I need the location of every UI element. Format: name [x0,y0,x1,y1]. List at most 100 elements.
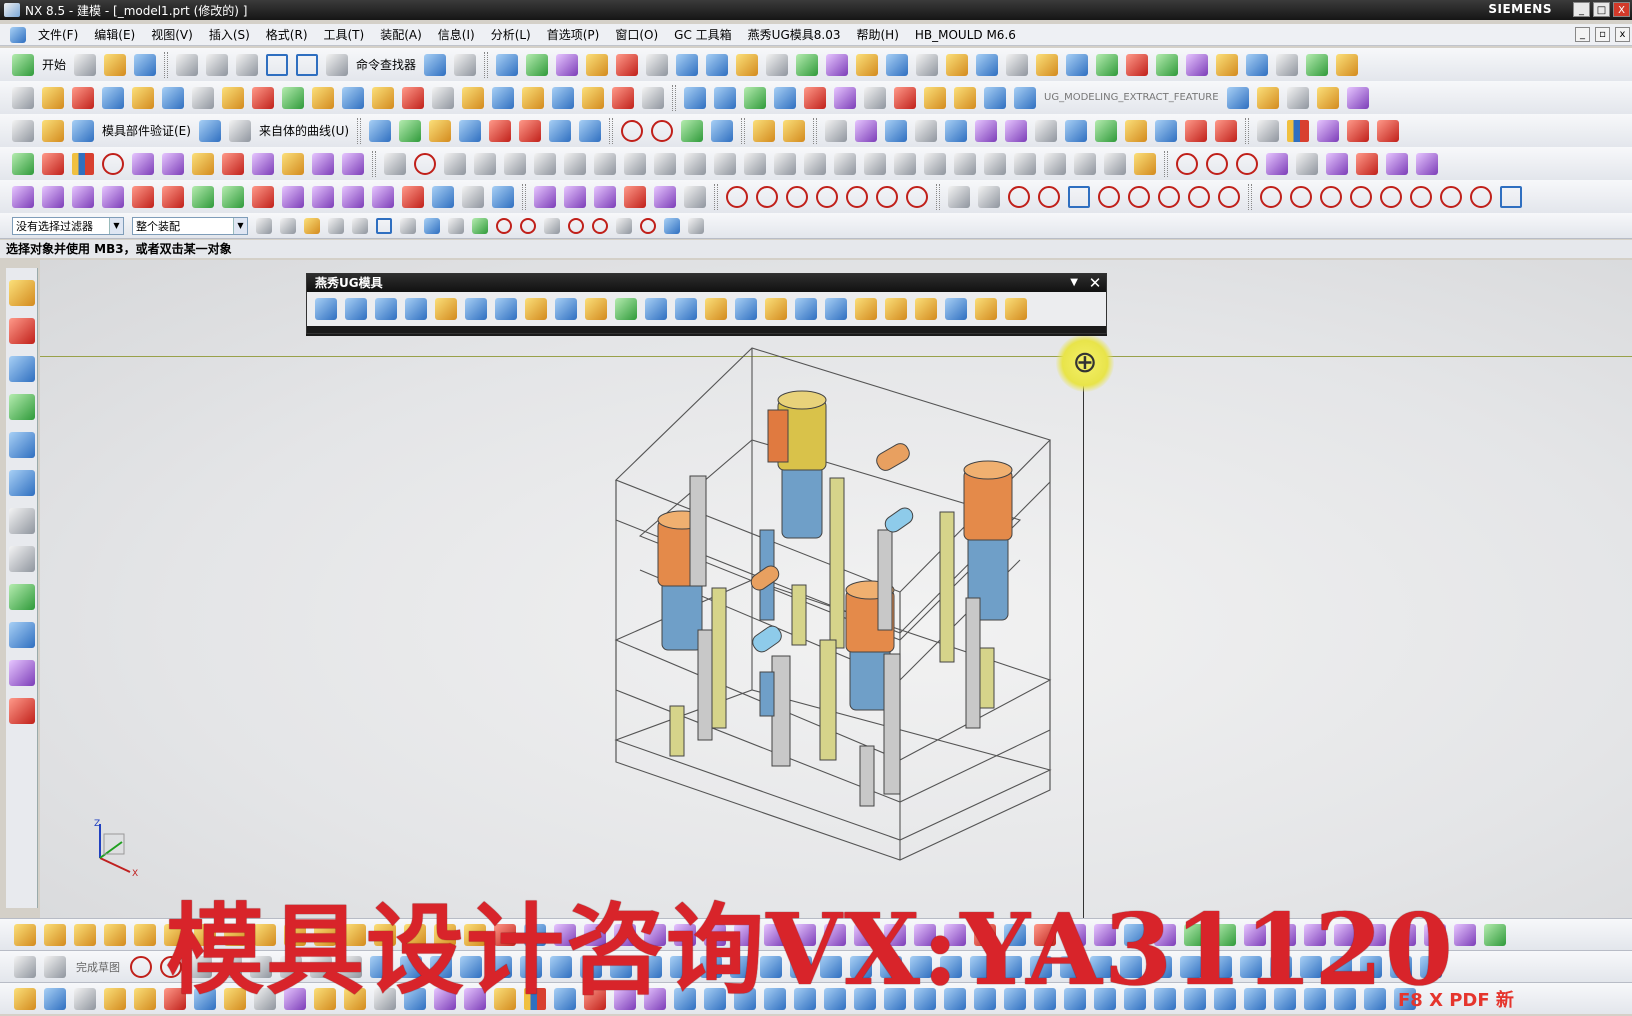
edge-blend-icon[interactable] [522,86,544,109]
intersection-curve-icon[interactable] [1350,185,1372,208]
b-tool-2-icon[interactable] [44,923,66,946]
through-curves-icon[interactable] [714,86,736,109]
pin3-icon[interactable] [342,185,364,208]
sketch-circle-icon[interactable] [846,185,868,208]
subtract-icon[interactable] [132,86,154,109]
mirror-icon[interactable] [252,86,274,109]
detail-view-icon[interactable] [915,119,938,142]
mirror-curve-icon[interactable] [1320,185,1342,208]
calculator-icon[interactable] [684,185,706,208]
globe-icon[interactable] [1346,86,1369,109]
mold-assembly-model[interactable] [40,260,1632,920]
table-icon[interactable] [1035,119,1058,142]
thread-icon[interactable] [192,86,214,109]
snap-icon[interactable] [556,53,579,76]
select-body-icon[interactable] [400,217,416,234]
undo-icon[interactable] [266,53,289,76]
new-file-icon[interactable] [74,53,97,76]
edit-icon[interactable] [1356,152,1378,175]
profile-icon[interactable] [130,955,152,978]
shaded-cube-icon[interactable] [706,53,729,76]
deselect-icon[interactable] [328,217,344,234]
brush-icon[interactable] [1386,152,1408,175]
section-icon[interactable] [162,152,184,175]
bounded-plane-icon[interactable] [834,86,856,109]
part-navigator-icon[interactable] [8,356,35,382]
paint-icon[interactable] [1256,86,1279,109]
screw-icon[interactable] [594,152,616,175]
snap-center-icon[interactable] [568,217,584,234]
stopper-icon[interactable] [885,298,907,320]
circle-icon[interactable] [681,119,704,142]
doc-close-button[interactable]: x [1615,27,1630,42]
bushing-icon[interactable] [564,152,586,175]
assembly-scope-dropdown[interactable]: 整个装配 ▼ [132,216,248,235]
system-scene-icon[interactable] [8,698,35,724]
palette-icon[interactable] [1287,119,1310,142]
bar-icon[interactable] [492,185,514,208]
plate-b-icon[interactable] [399,119,422,142]
menu-hb-mould[interactable]: HB_MOULD M6.6 [907,28,1024,42]
ellipse2-icon[interactable] [1188,185,1210,208]
rotate-view-icon[interactable] [132,152,154,175]
plate-c-icon[interactable] [429,119,452,142]
sphere-icon[interactable] [1216,53,1239,76]
transform-icon[interactable] [454,53,477,76]
doc-restore-button[interactable]: ▫ [1595,27,1610,42]
menu-format[interactable]: 格式(R) [258,26,316,43]
slash-icon[interactable] [1206,152,1228,175]
lifter-tool-icon[interactable] [945,298,967,320]
diamond-icon[interactable] [132,185,154,208]
dimension-icon[interactable] [945,119,968,142]
pin4-icon[interactable] [372,185,394,208]
extrude-icon[interactable] [976,53,999,76]
select-feature-icon[interactable] [304,217,320,234]
o-ring-icon[interactable] [864,152,886,175]
measure-icon[interactable] [586,53,609,76]
trim-icon[interactable] [1410,185,1432,208]
ejector-pin-icon[interactable] [474,152,496,175]
slide-tool-icon[interactable] [735,298,757,320]
sketch-arc-icon[interactable] [816,185,838,208]
gate-ring-icon[interactable] [435,298,457,320]
guide-icon[interactable] [645,298,667,320]
unite-icon[interactable] [102,86,124,109]
tools-icon[interactable] [1286,86,1309,109]
menu-edit[interactable]: 编辑(E) [86,26,143,43]
parts-list-icon[interactable] [1065,119,1088,142]
ruler-icon[interactable] [12,119,34,142]
render-style-icon[interactable] [676,53,699,76]
extend-icon[interactable] [1440,185,1462,208]
color-grid-icon[interactable] [72,152,94,175]
command-finder-button[interactable]: 命令查找器 [356,56,416,73]
constraints-icon[interactable] [1500,185,1522,208]
support-pillar-icon[interactable] [654,152,676,175]
plus-icon[interactable] [978,185,1000,208]
component2-icon[interactable] [534,185,556,208]
sketch-circle2-icon[interactable] [876,185,898,208]
offset-curve-icon[interactable] [1260,185,1282,208]
mold-plate-a-icon[interactable] [465,298,487,320]
book-icon[interactable] [1014,86,1036,109]
baffle-icon[interactable] [834,152,856,175]
bookmark-icon[interactable] [1226,86,1249,109]
paste-icon[interactable] [236,53,259,76]
drafting-icon[interactable] [894,86,916,109]
angle-measure-icon[interactable] [42,119,64,142]
menu-file[interactable]: 文件(F) [30,26,86,43]
section-view-icon[interactable] [885,119,908,142]
selection-icon[interactable] [796,53,819,76]
record-icon[interactable] [1185,119,1208,142]
folder-icon[interactable] [1005,298,1027,320]
shade-icon[interactable] [192,152,214,175]
spring-icon[interactable] [624,152,646,175]
image-icon[interactable] [624,185,646,208]
snap-quadrant-icon[interactable] [592,217,608,234]
open-folder-icon[interactable] [104,53,127,76]
select-all-icon[interactable] [280,217,296,234]
datum-axis-icon[interactable] [72,86,94,109]
offset-face-icon[interactable] [342,86,364,109]
menu-yanxiu-mold[interactable]: 燕秀UG模具8.03 [740,26,849,43]
history-icon[interactable] [8,508,35,534]
c-b3-2-icon[interactable] [74,987,96,1010]
